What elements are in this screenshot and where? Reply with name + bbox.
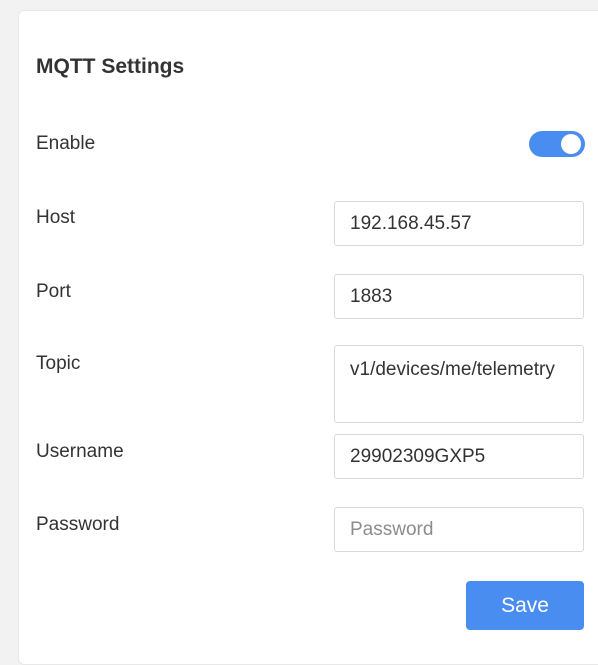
username-label: Username [36,441,124,462]
port-label: Port [36,281,71,302]
toggle-knob [561,134,581,154]
port-input[interactable] [334,274,584,319]
topic-input[interactable]: v1/devices/me/telemetry [334,345,584,423]
username-input[interactable] [334,434,584,479]
save-button[interactable]: Save [466,581,584,630]
mqtt-settings-panel: MQTT Settings Enable Host Port Topic v1/… [18,10,598,665]
panel-title: MQTT Settings [36,55,185,78]
password-label: Password [36,514,120,535]
host-label: Host [36,207,76,228]
password-input[interactable] [334,507,584,552]
enable-toggle[interactable] [529,131,585,157]
enable-label: Enable [36,133,96,154]
topic-label: Topic [36,353,81,374]
host-input[interactable] [334,201,584,246]
